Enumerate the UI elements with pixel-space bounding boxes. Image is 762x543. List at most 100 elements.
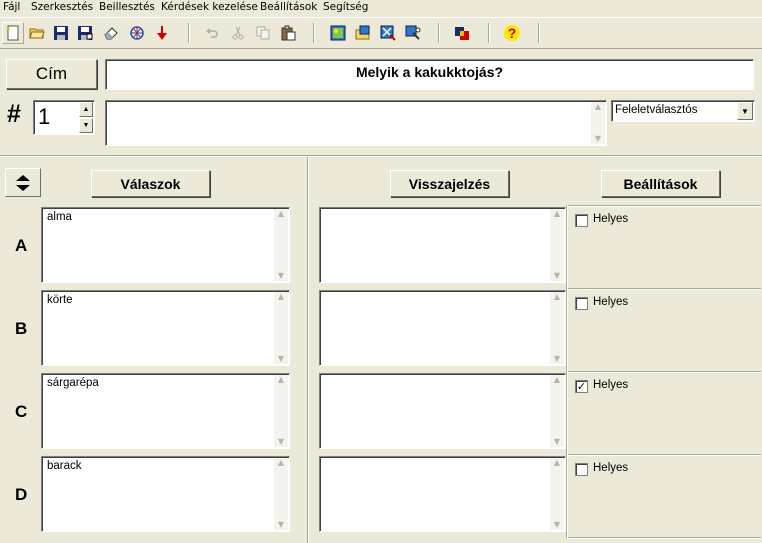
help-glyph: ? xyxy=(504,25,520,41)
header-divider xyxy=(0,155,762,157)
spinner-down-button[interactable]: ▼ xyxy=(79,118,93,133)
feedback-scrollbar-b[interactable]: ▲ ▼ xyxy=(550,292,564,364)
feedback-header-button[interactable]: Visszajelzés xyxy=(390,170,509,197)
correct-checkbox-c[interactable]: ✓ xyxy=(575,380,588,393)
answer-field-d[interactable]: barack ▲ ▼ xyxy=(41,456,290,532)
answer-scrollbar-d[interactable]: ▲ ▼ xyxy=(274,458,288,530)
menu-questions[interactable]: Kérdések kezelése xyxy=(161,1,258,13)
new-file-icon[interactable] xyxy=(4,24,22,42)
scroll-up-icon: ▲ xyxy=(277,209,285,218)
answer-text-d: barack xyxy=(47,460,82,472)
settings-row-separator xyxy=(568,537,761,539)
correct-checkbox-d[interactable] xyxy=(575,463,588,476)
row-letter-b: B xyxy=(15,319,28,338)
answer-scrollbar-a[interactable]: ▲ ▼ xyxy=(274,209,288,281)
image-export-icon[interactable] xyxy=(379,24,397,42)
undo-icon[interactable] xyxy=(203,24,221,42)
question-text-field[interactable]: ▲ ▼ xyxy=(105,100,607,146)
colors-icon[interactable] xyxy=(453,24,471,42)
save-icon[interactable] xyxy=(52,24,70,42)
scroll-down-icon: ▼ xyxy=(553,520,561,529)
question-scrollbar[interactable]: ▲ ▼ xyxy=(591,102,605,144)
correct-label-d: Helyes xyxy=(593,462,629,474)
dropdown-button[interactable]: ▼ xyxy=(737,102,753,120)
move-answer-button[interactable] xyxy=(5,168,41,197)
scroll-up-icon: ▲ xyxy=(553,209,561,218)
settings-row-separator xyxy=(568,288,761,290)
question-type-select[interactable]: Feleletválasztós ▼ xyxy=(611,100,755,122)
feedback-field-b[interactable]: ▲ ▼ xyxy=(319,290,566,366)
menu-file[interactable]: Fájl xyxy=(3,1,20,13)
question-type-value: Feleletválasztós xyxy=(615,104,698,116)
settings-row-separator xyxy=(568,454,761,456)
menu-edit[interactable]: Szerkesztés xyxy=(31,1,93,13)
answer-scrollbar-c[interactable]: ▲ ▼ xyxy=(274,375,288,447)
down-arrow-icon[interactable] xyxy=(153,24,171,42)
toolbar-separator xyxy=(313,23,315,43)
title-field[interactable]: Melyik a kakukktojás? xyxy=(105,59,754,90)
chevron-down-icon: ▼ xyxy=(82,122,90,129)
scroll-up-icon: ▲ xyxy=(553,292,561,301)
image-open-icon[interactable] xyxy=(354,24,372,42)
feedback-field-c[interactable]: ▲ ▼ xyxy=(319,373,566,449)
row-letter-d: D xyxy=(15,485,28,504)
feedback-field-d[interactable]: ▲ ▼ xyxy=(319,456,566,532)
toolbar-separator xyxy=(438,23,440,43)
scroll-down-icon: ▼ xyxy=(594,134,602,143)
scroll-down-icon: ▼ xyxy=(277,520,285,529)
scroll-up-icon: ▲ xyxy=(277,458,285,467)
row-letter-a: A xyxy=(15,236,28,255)
question-number-spinner[interactable]: 1 ▲ ▼ xyxy=(33,100,95,135)
menu-settings[interactable]: Beállítások xyxy=(260,1,317,13)
menu-insert[interactable]: Beillesztés xyxy=(99,1,155,13)
title-button[interactable]: Cím xyxy=(6,59,97,89)
scroll-down-icon: ▼ xyxy=(553,354,561,363)
open-folder-icon[interactable] xyxy=(28,24,46,42)
answer-text-c: sárgarépa xyxy=(47,377,99,389)
scroll-up-icon: ▲ xyxy=(553,458,561,467)
scroll-up-icon: ▲ xyxy=(594,102,602,111)
help-icon[interactable]: ? xyxy=(503,24,521,42)
check-mark-icon-c: ✓ xyxy=(576,380,587,393)
scroll-up-icon: ▲ xyxy=(277,375,285,384)
triangle-up-icon xyxy=(16,174,30,181)
paste-icon[interactable] xyxy=(279,24,297,42)
menu-help[interactable]: Segítség xyxy=(323,1,368,13)
answer-field-c[interactable]: sárgarépa ▲ ▼ xyxy=(41,373,290,449)
save-as-icon[interactable] xyxy=(76,24,94,42)
answer-field-b[interactable]: körte ▲ ▼ xyxy=(41,290,290,366)
feedback-field-a[interactable]: ▲ ▼ xyxy=(319,207,566,283)
feedback-scrollbar-c[interactable]: ▲ ▼ xyxy=(550,375,564,447)
settings-header-button[interactable]: Beállítások xyxy=(601,170,720,197)
correct-label-b: Helyes xyxy=(593,296,629,308)
menu-bar: Fájl Szerkesztés Beillesztés Kérdések ke… xyxy=(0,0,762,16)
correct-checkbox-a[interactable] xyxy=(575,214,588,227)
toolbar-separator xyxy=(488,23,490,43)
scroll-down-icon: ▼ xyxy=(277,354,285,363)
feedback-scrollbar-a[interactable]: ▲ ▼ xyxy=(550,209,564,281)
settings-row-separator xyxy=(568,205,761,207)
toolbar: ? xyxy=(0,17,762,49)
answer-text-b: körte xyxy=(47,294,73,306)
copy-icon[interactable] xyxy=(254,24,272,42)
answers-header-button[interactable]: Válaszok xyxy=(91,170,210,197)
chevron-down-icon: ▼ xyxy=(741,106,749,116)
chevron-up-icon: ▲ xyxy=(82,106,90,113)
cut-icon[interactable] xyxy=(229,24,247,42)
title-value: Melyik a kakukktojás? xyxy=(355,64,504,80)
spinner-up-button[interactable]: ▲ xyxy=(79,102,93,117)
triangle-down-icon xyxy=(16,184,30,191)
answer-scrollbar-b[interactable]: ▲ ▼ xyxy=(274,292,288,364)
answer-field-a[interactable]: alma ▲ ▼ xyxy=(41,207,290,283)
number-symbol: # xyxy=(7,100,21,128)
image-tool-icon[interactable] xyxy=(404,24,422,42)
scroll-up-icon: ▲ xyxy=(277,292,285,301)
scroll-down-icon: ▼ xyxy=(277,437,285,446)
correct-checkbox-b[interactable] xyxy=(575,297,588,310)
feedback-scrollbar-d[interactable]: ▲ ▼ xyxy=(550,458,564,530)
eraser-icon[interactable] xyxy=(102,24,120,42)
correct-label-c: Helyes xyxy=(593,379,629,391)
image-insert-icon[interactable] xyxy=(329,24,347,42)
scroll-down-icon: ▼ xyxy=(553,437,561,446)
web-icon[interactable] xyxy=(128,24,146,42)
